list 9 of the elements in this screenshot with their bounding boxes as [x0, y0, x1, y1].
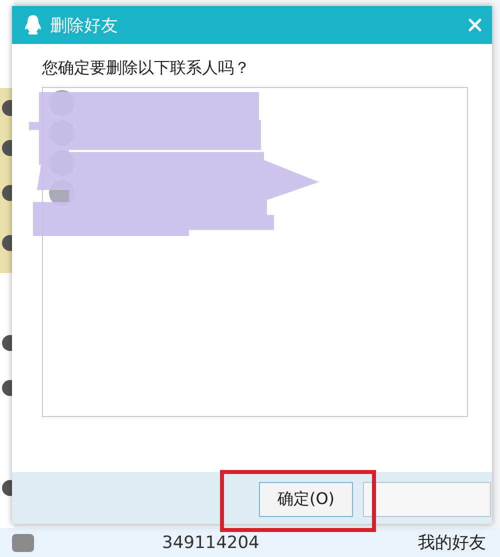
window-title: 删除好友 — [50, 14, 118, 36]
penguin-icon — [24, 14, 42, 36]
contact-number: 349114204 — [162, 532, 260, 552]
ok-button[interactable]: 确定(O) — [259, 482, 353, 517]
avatar-icon — [12, 534, 34, 552]
close-icon[interactable] — [468, 18, 482, 32]
group-name: 我的好友 — [418, 532, 486, 554]
prompt-text: 您确定要删除以下联系人吗？ — [42, 58, 251, 79]
secondary-button[interactable] — [363, 482, 491, 517]
